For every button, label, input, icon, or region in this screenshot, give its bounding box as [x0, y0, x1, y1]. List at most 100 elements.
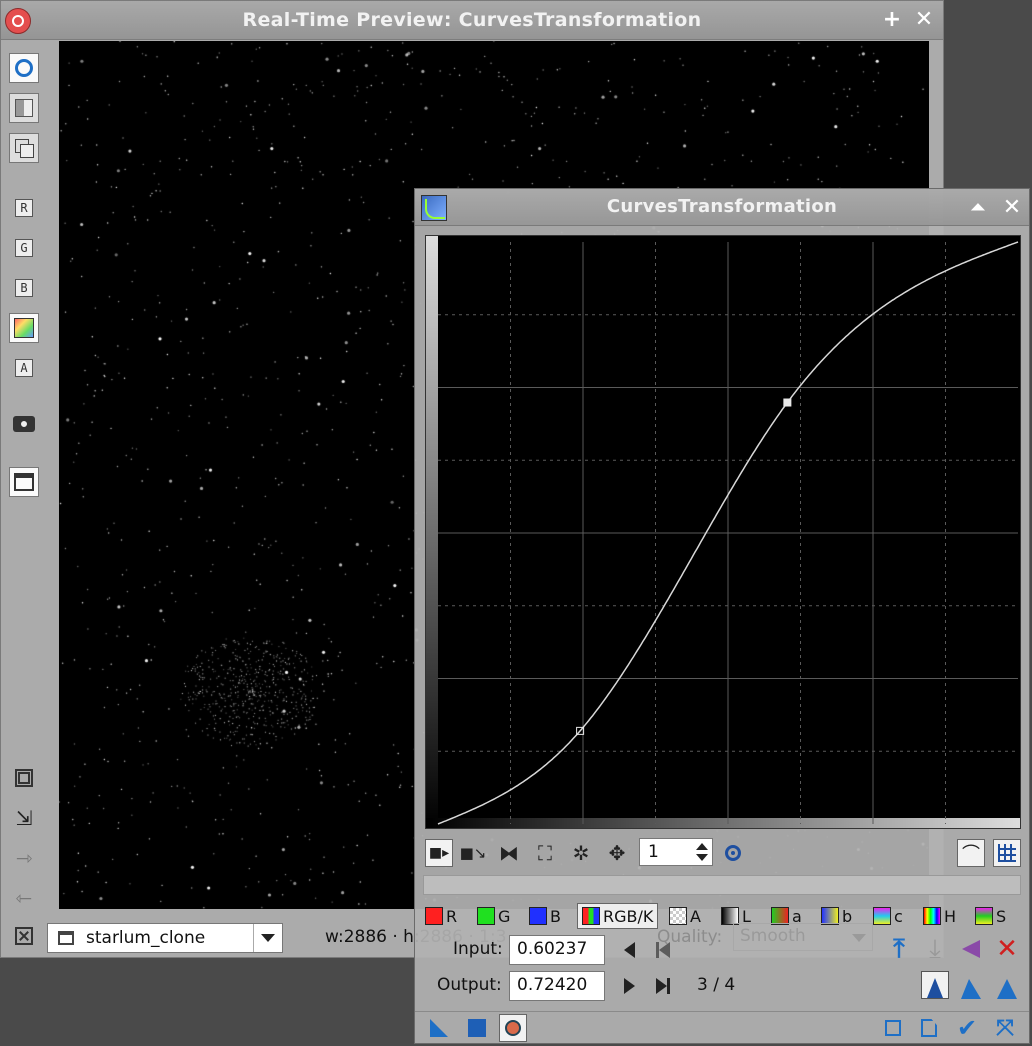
channel-c[interactable]: c [873, 903, 903, 929]
square-icon [885, 1020, 901, 1036]
vertical-gradient-bar [426, 236, 438, 828]
split-view-button[interactable] [9, 93, 39, 123]
arrow-down-icon: ⤓ [929, 933, 941, 964]
fit-view-icon [15, 769, 33, 787]
reset-curve-button[interactable]: ✕ [993, 934, 1021, 964]
snapshot-button[interactable] [9, 409, 39, 439]
magnifier-icon [725, 845, 741, 861]
fit-view-button[interactable] [9, 763, 39, 793]
channel-selector: R G B RGB/K A L a b c H S [423, 903, 1021, 929]
select-point-button[interactable]: ■↘ [459, 839, 487, 867]
new-instance-button[interactable] [425, 1014, 453, 1042]
channel-r-icon: R [15, 199, 33, 217]
fullscreen-button[interactable] [9, 921, 39, 951]
preview-mode-button[interactable] [9, 53, 39, 83]
last-point-icon [656, 978, 667, 994]
channel-g[interactable]: G [477, 903, 510, 929]
window-icon [14, 473, 34, 491]
back-button[interactable]: ⇽ [9, 883, 39, 913]
curve-plot[interactable] [426, 236, 1020, 828]
histogram-mode-icon [997, 979, 1017, 999]
view-name: starlum_clone [86, 928, 206, 948]
checkmark-icon: ✔ [956, 1014, 978, 1042]
info-bar [423, 875, 1021, 895]
edit-point-button[interactable]: ■▸ [425, 839, 453, 867]
zoom-stepper[interactable]: 1 [639, 838, 713, 866]
histogram-log-button[interactable] [957, 971, 985, 999]
curves-window: CurvesTransformation ⏶ ✕ ■▸ ■↘ ⧓ ⛶ ✲ ✥ 1… [414, 188, 1030, 1044]
channel-h[interactable]: H [923, 903, 956, 929]
grid-icon [998, 844, 1016, 862]
forward-button[interactable]: ⇾ [9, 843, 39, 873]
curve-tools: ■▸ ■↘ ⧓ ⛶ ✲ ✥ 1 ⌒ [425, 837, 1021, 869]
input-field[interactable]: 0.60237 [509, 935, 605, 965]
histogram-linear-button[interactable] [921, 971, 949, 999]
curves-titlebar[interactable]: CurvesTransformation ⏶ ✕ [415, 189, 1029, 226]
red-x-icon: ✕ [996, 934, 1018, 964]
curve-icon: ⌒ [962, 844, 980, 865]
move-icon: ✥ [608, 841, 626, 865]
saturation-swatch-icon [975, 907, 993, 925]
channel-r-button[interactable]: R [9, 193, 39, 223]
rgb-swatch-icon [582, 907, 600, 925]
stepper-down-icon[interactable] [696, 854, 708, 861]
apply-button[interactable]: ✔ [953, 1014, 981, 1042]
channel-a[interactable]: A [669, 903, 701, 929]
last-point-button[interactable] [649, 972, 677, 1000]
delete-point-button[interactable]: ⧓ [495, 839, 523, 867]
expand-icon [15, 927, 33, 945]
browse-docs-button[interactable] [879, 1014, 907, 1042]
channel-s[interactable]: S [975, 903, 1006, 929]
compare-view-icon [15, 139, 34, 158]
edit-instance-button[interactable] [915, 1014, 943, 1042]
store-curve-button[interactable]: ⤒ [885, 934, 913, 964]
channel-b[interactable]: B [529, 903, 561, 929]
red-swatch-icon [425, 907, 443, 925]
show-grid-button[interactable] [993, 839, 1021, 867]
compare-view-button[interactable] [9, 133, 39, 163]
pan-button[interactable]: ✥ [603, 839, 631, 867]
channel-b-button[interactable]: B [9, 273, 39, 303]
zoom-reset-button[interactable]: ✲ [567, 839, 595, 867]
prev-point-button[interactable] [615, 936, 643, 964]
curve-graph[interactable] [425, 235, 1021, 829]
curves-close-icon[interactable]: ✕ [1001, 197, 1023, 219]
curve-point[interactable] [783, 398, 792, 407]
triangle-left-icon [623, 942, 635, 958]
next-point-button[interactable] [615, 972, 643, 1000]
preview-close-x-icon[interactable]: ✕ [913, 9, 935, 31]
shade-icon[interactable]: ⏶ [967, 197, 989, 219]
zoom-in-button[interactable]: ⇲ [9, 803, 39, 833]
apply-global-button[interactable] [463, 1014, 491, 1042]
zoom-tool-button[interactable] [719, 839, 747, 867]
restore-curve-button[interactable]: ⤓ [921, 933, 949, 964]
channel-rgbk[interactable]: RGB/K [577, 903, 659, 929]
new-window-button[interactable] [9, 467, 39, 497]
input-label: Input: [453, 939, 503, 959]
invert-curve-button[interactable] [957, 935, 985, 963]
invert-icon [962, 940, 980, 958]
histogram-mode-button[interactable] [993, 971, 1021, 999]
forward-arrow-icon: ⇾ [15, 846, 33, 870]
chevron-down-icon[interactable] [253, 924, 282, 952]
view-selector[interactable]: starlum_clone [47, 923, 283, 953]
zoom-fit-button[interactable]: ⛶ [531, 839, 559, 867]
channel-r[interactable]: R [425, 903, 457, 929]
channel-a-button[interactable]: A [9, 353, 39, 383]
channel-rgb-button[interactable] [9, 313, 39, 343]
chroma-swatch-icon [873, 907, 891, 925]
bar-icon [667, 978, 670, 994]
preview-shade-icon[interactable]: + [881, 9, 903, 31]
stepper-up-icon[interactable] [696, 843, 708, 850]
show-curves-button[interactable]: ⌒ [957, 839, 985, 867]
quality-select[interactable]: Smooth [733, 923, 873, 951]
preview-titlebar[interactable]: Real-Time Preview: CurvesTransformation … [1, 1, 943, 40]
output-field[interactable]: 0.72420 [509, 971, 605, 1001]
realtime-preview-button[interactable] [499, 1014, 527, 1042]
channel-g-button[interactable]: G [9, 233, 39, 263]
cursor-icon: ■▸ [428, 845, 450, 861]
reset-button[interactable]: ⤧ [991, 1014, 1019, 1042]
delete-point-icon: ⧓ [499, 841, 519, 865]
triangle-right-icon [623, 978, 635, 994]
zoom-reset-icon: ✲ [572, 841, 590, 865]
